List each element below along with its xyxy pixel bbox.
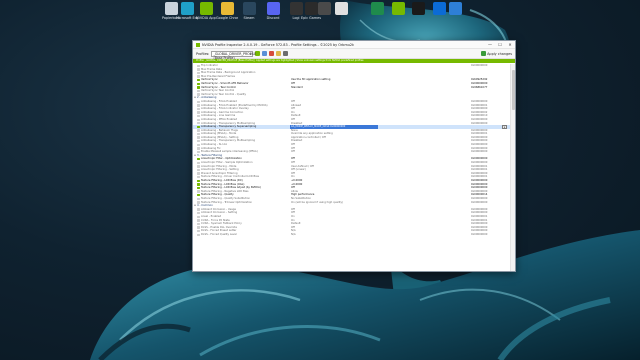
- app-icon: [411, 2, 425, 15]
- settings-row[interactable]: DLSS - Forced Quality Level N/A 0x00000000: [193, 233, 511, 237]
- vertical-scrollbar[interactable]: [510, 64, 515, 271]
- delete-profile-icon[interactable]: [269, 51, 275, 56]
- desktop-icon[interactable]: [330, 2, 352, 16]
- desktop-icon-label: Google Chrome: [216, 16, 238, 20]
- export-icon[interactable]: [283, 51, 289, 56]
- settings-grid[interactable]: Flip Indicator 0x00000000 Max Frame Rate Ma…: [193, 64, 511, 271]
- toolbar: Profiles: _GLOBAL_DRIVER_PROFILE (Base P…: [193, 49, 515, 60]
- minimize-button[interactable]: —: [485, 41, 495, 49]
- apply-changes-label: Apply changes: [487, 51, 512, 56]
- discord-icon: [266, 2, 280, 15]
- app-icon: [391, 2, 405, 15]
- setting-value[interactable]: N/A: [291, 233, 471, 237]
- app-icon: [334, 2, 348, 15]
- desktop-icon[interactable]: Google Chrome: [216, 2, 238, 20]
- desktop-icon-label: Steam: [243, 16, 255, 20]
- apply-changes-button[interactable]: Apply changes: [481, 51, 512, 56]
- close-button[interactable]: ✕: [505, 41, 515, 49]
- app-icon: [370, 2, 384, 15]
- profile-inspector-window[interactable]: NVIDIA Profile Inspector 2.4.0.19 - GeFo…: [192, 40, 516, 272]
- nvidia-app-icon: [196, 42, 200, 47]
- nvidia-icon: [199, 2, 213, 15]
- desktop-icon[interactable]: [366, 2, 388, 16]
- desktop-icon-label: Epic Games: [300, 16, 322, 20]
- desktop-icon[interactable]: [407, 2, 429, 16]
- setting-name: DLSS - Forced Quality Level: [201, 232, 237, 236]
- default-setting-icon: [197, 233, 200, 236]
- desktop-icon[interactable]: [444, 2, 466, 16]
- add-application-icon[interactable]: [276, 51, 282, 56]
- title-bar[interactable]: NVIDIA Profile Inspector 2.4.0.19 - GeFo…: [193, 41, 515, 49]
- steam-icon: [242, 2, 256, 15]
- add-profile-icon[interactable]: [262, 51, 268, 56]
- chevron-down-icon: ▾: [249, 51, 252, 56]
- desktop-icon[interactable]: Steam: [238, 2, 260, 20]
- app-icon: [448, 2, 462, 15]
- app-icon: [317, 2, 331, 15]
- scrollbar-thumb[interactable]: [512, 70, 515, 110]
- maximize-button[interactable]: ☐: [495, 41, 505, 49]
- desktop-icon-label: Discord: [266, 16, 280, 20]
- desktop-icon[interactable]: Discord: [262, 2, 284, 20]
- profiles-label: Profiles:: [196, 51, 210, 56]
- desktop-icon[interactable]: [387, 2, 409, 16]
- checkmark-icon: [481, 51, 487, 56]
- profile-info-bar: Profile: _GLOBAL_DRIVER_PROFILE (Base Pr…: [193, 59, 515, 63]
- desktop-icon-label: NVIDIA App: [196, 16, 216, 20]
- desktop-icon[interactable]: NVIDIA App: [195, 2, 217, 20]
- setting-hex-value: 0x00000000: [471, 232, 488, 236]
- chrome-icon: [220, 2, 234, 15]
- window-title: NVIDIA Profile Inspector 2.4.0.19 - GeFo…: [202, 42, 355, 47]
- edge-icon: [180, 2, 194, 15]
- profile-select[interactable]: _GLOBAL_DRIVER_PROFILE (Base Profile) ▾: [211, 50, 256, 60]
